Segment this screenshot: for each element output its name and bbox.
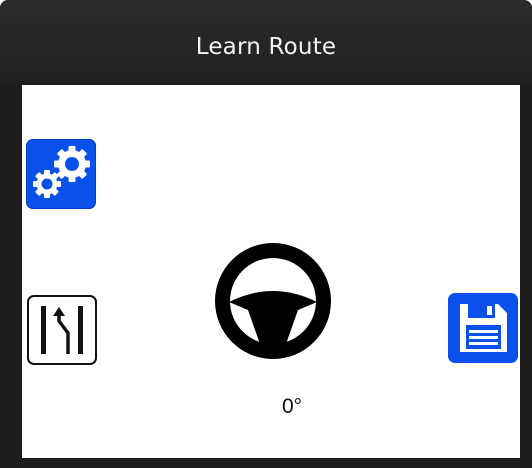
app-window: Learn Route 0°: [0, 0, 532, 468]
save-button[interactable]: [448, 293, 518, 363]
floppy-disk-icon: [460, 304, 507, 352]
route-panel: 0°: [22, 85, 520, 458]
settings-button[interactable]: [26, 139, 96, 209]
page-title: Learn Route: [195, 34, 337, 60]
lane-change-button[interactable]: [27, 295, 97, 365]
gears-icon: [33, 146, 90, 198]
title-bar: Learn Route: [0, 0, 532, 84]
steering-wheel-icon: [215, 243, 331, 359]
steering-wheel[interactable]: [212, 240, 334, 362]
steering-angle-readout: 0°: [281, 395, 303, 418]
lane-change-icon: [41, 306, 83, 354]
